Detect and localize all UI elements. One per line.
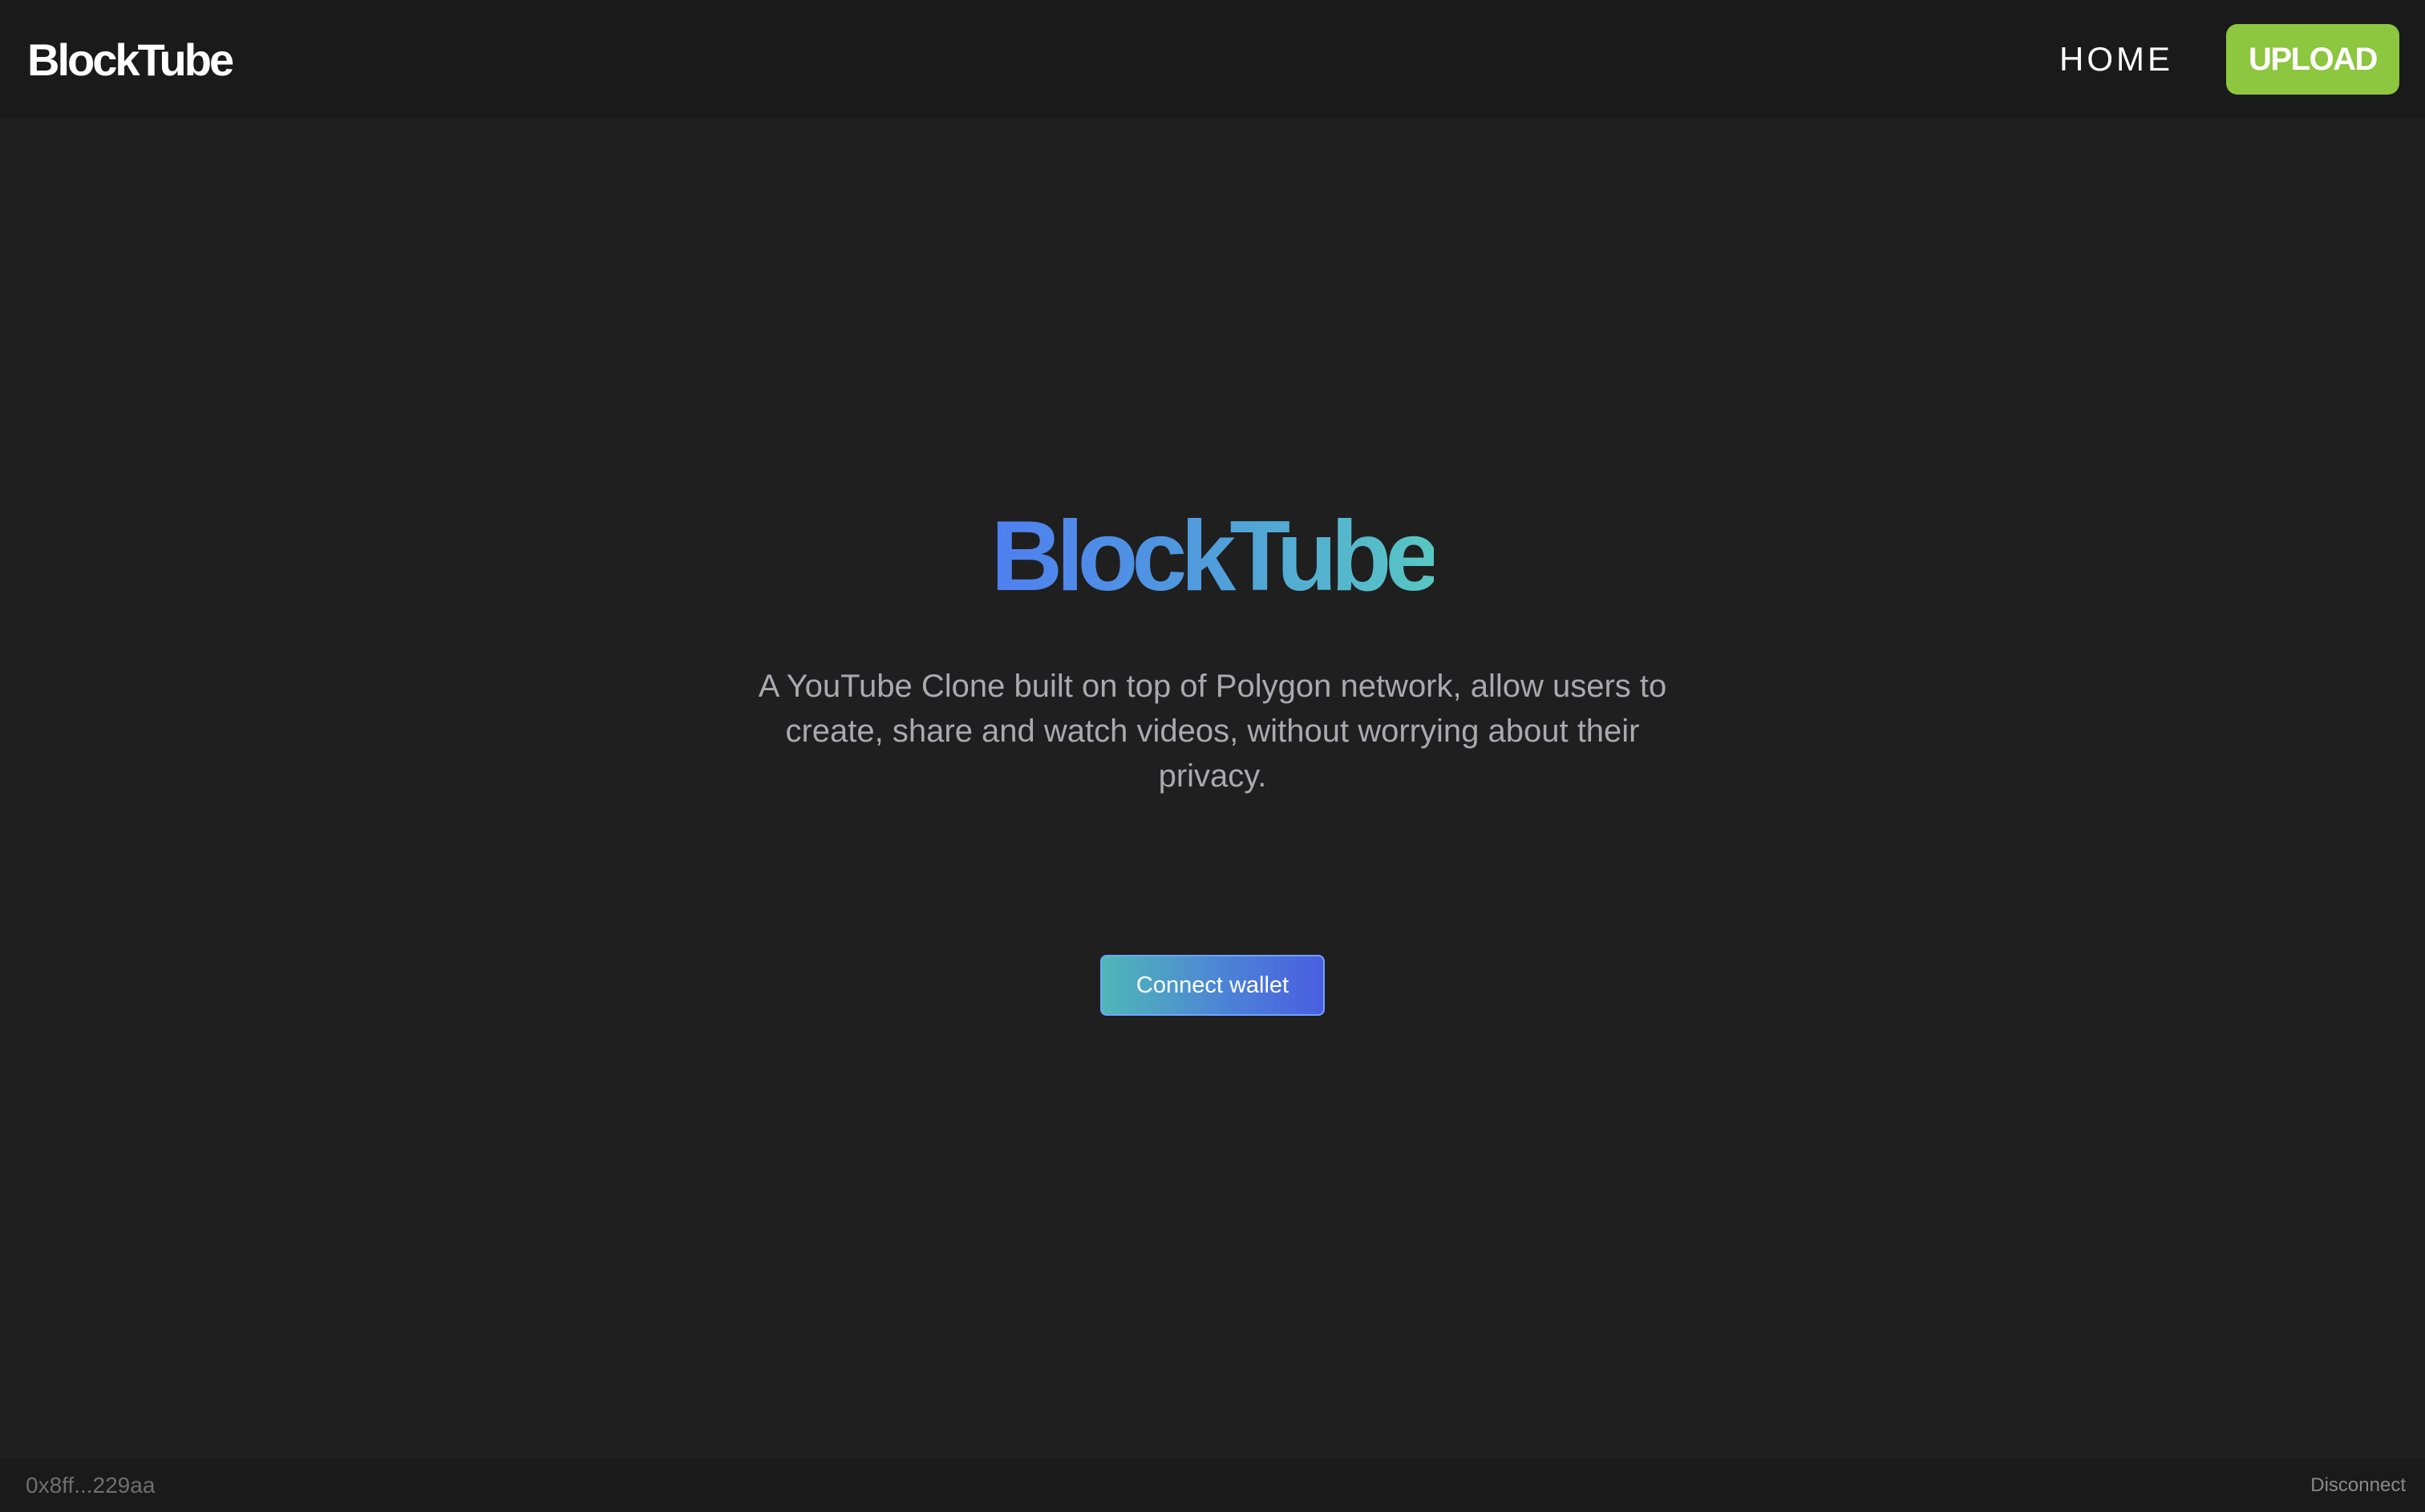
nav-home-link[interactable]: HOME xyxy=(2059,40,2173,79)
hero-title-text: BlockTube xyxy=(990,501,1441,612)
upload-button[interactable]: UPLOAD xyxy=(2226,24,2399,95)
connect-wallet-button[interactable]: Connect wallet xyxy=(1100,955,1325,1016)
top-navbar: BlockTube HOME UPLOAD xyxy=(0,0,2425,119)
hero-title: BlockTube xyxy=(0,500,2425,612)
hero-description: A YouTube Clone built on top of Polygon … xyxy=(758,669,1667,794)
disconnect-link[interactable]: Disconnect xyxy=(2310,1474,2406,1497)
wallet-address: 0x8ff...229aa xyxy=(26,1473,156,1498)
nav-links: HOME UPLOAD xyxy=(2059,24,2399,95)
app-root: BlockTube HOME UPLOAD BlockTube A YouTub… xyxy=(0,0,2425,1512)
bottom-status-bar: 0x8ff...229aa Disconnect xyxy=(0,1459,2425,1512)
brand-logo[interactable]: BlockTube xyxy=(27,34,234,86)
